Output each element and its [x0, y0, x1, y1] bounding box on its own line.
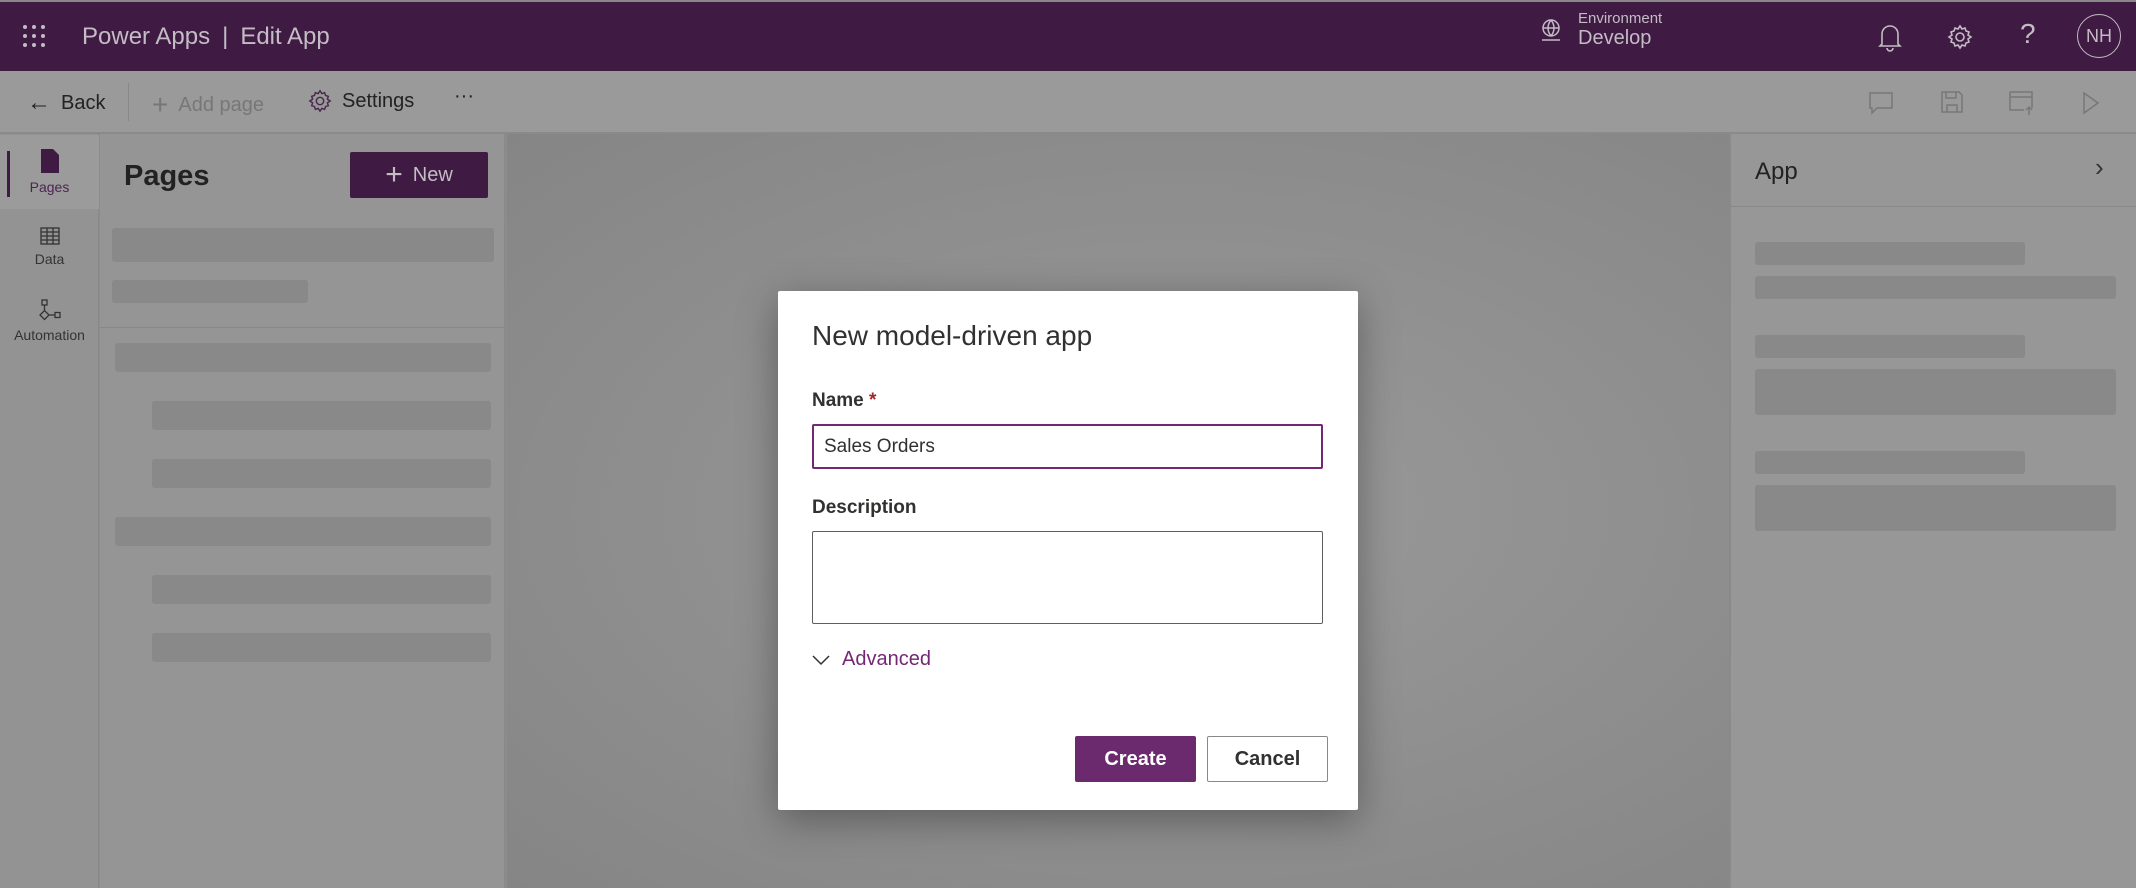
pages-panel: Pages + New	[100, 134, 506, 888]
app-launcher-icon[interactable]	[22, 24, 46, 48]
skeleton-line	[1755, 242, 2025, 265]
dialog-title: New model-driven app	[812, 320, 1093, 351]
properties-panel: App ›	[1729, 134, 2136, 888]
skeleton-line	[152, 575, 491, 604]
globe-icon	[1542, 19, 1560, 41]
gear-icon	[308, 89, 332, 113]
add-page-button[interactable]: + Add page	[152, 89, 264, 121]
skeleton-line	[152, 633, 491, 662]
cancel-button[interactable]: Cancel	[1207, 736, 1328, 782]
new-page-button[interactable]: + New	[350, 152, 488, 198]
rail-item-pages[interactable]: Pages	[0, 135, 99, 209]
description-input[interactable]	[812, 531, 1323, 624]
chevron-right-icon[interactable]: ›	[2095, 152, 2104, 183]
skeleton-line	[1755, 369, 2116, 415]
publish-icon[interactable]	[2008, 90, 2034, 116]
settings-gear-icon[interactable]	[1947, 24, 1973, 50]
plus-icon: +	[152, 89, 169, 120]
back-arrow-icon: ←	[27, 89, 51, 116]
chevron-down-icon	[812, 654, 830, 665]
pages-panel-title: Pages	[124, 160, 210, 192]
save-icon[interactable]	[1940, 90, 1964, 114]
environment-picker[interactable]: Environment Develop	[1538, 10, 1662, 50]
more-button[interactable]: ···	[454, 85, 474, 108]
back-button[interactable]: ← Back	[27, 89, 105, 117]
new-app-dialog: New model-driven app Name * Description …	[778, 291, 1358, 810]
skeleton-line	[112, 228, 494, 262]
left-rail: Pages Data Automation	[0, 134, 99, 888]
properties-panel-title: App	[1755, 158, 1798, 185]
skeleton-line	[1755, 451, 2025, 474]
skeleton-line	[152, 401, 491, 430]
skeleton-line	[112, 280, 308, 303]
top-bar: Power Apps | Edit App Environment Develo…	[0, 0, 2136, 71]
description-label: Description	[812, 497, 917, 518]
skeleton-line	[1755, 335, 2025, 358]
page-title: Edit App	[240, 23, 330, 50]
flow-icon	[38, 299, 61, 321]
avatar[interactable]: NH	[2077, 14, 2121, 58]
skeleton-line	[115, 343, 491, 372]
rail-item-automation[interactable]: Automation	[0, 284, 99, 358]
bell-icon[interactable]	[1877, 22, 1903, 52]
skeleton-line	[1755, 276, 2116, 299]
table-icon	[39, 227, 60, 245]
settings-button[interactable]: Settings	[308, 89, 414, 113]
name-input[interactable]	[812, 424, 1323, 469]
environment-label: Environment	[1578, 10, 1663, 27]
play-icon[interactable]	[2082, 91, 2100, 115]
toolbar-divider	[128, 83, 129, 121]
skeleton-line	[115, 517, 491, 546]
skeleton-line	[152, 459, 491, 488]
page-icon	[40, 149, 59, 173]
skeleton-line	[1755, 485, 2116, 531]
panel-divider	[1731, 206, 2136, 207]
create-button[interactable]: Create	[1075, 736, 1196, 782]
help-icon[interactable]: ?	[2020, 18, 2036, 50]
advanced-toggle[interactable]: Advanced	[812, 648, 931, 671]
title-separator: |	[222, 23, 229, 50]
command-bar: ← Back + Add page Settings ···	[0, 71, 2136, 134]
plus-icon: +	[385, 158, 403, 191]
name-label: Name	[812, 390, 864, 411]
comment-icon[interactable]	[1868, 91, 1894, 115]
panel-divider	[100, 327, 506, 328]
app-name[interactable]: Power Apps	[82, 23, 210, 51]
rail-item-data[interactable]: Data	[0, 210, 99, 284]
selected-indicator	[7, 151, 10, 197]
environment-name: Develop	[1578, 27, 1652, 49]
required-marker: *	[869, 390, 877, 411]
